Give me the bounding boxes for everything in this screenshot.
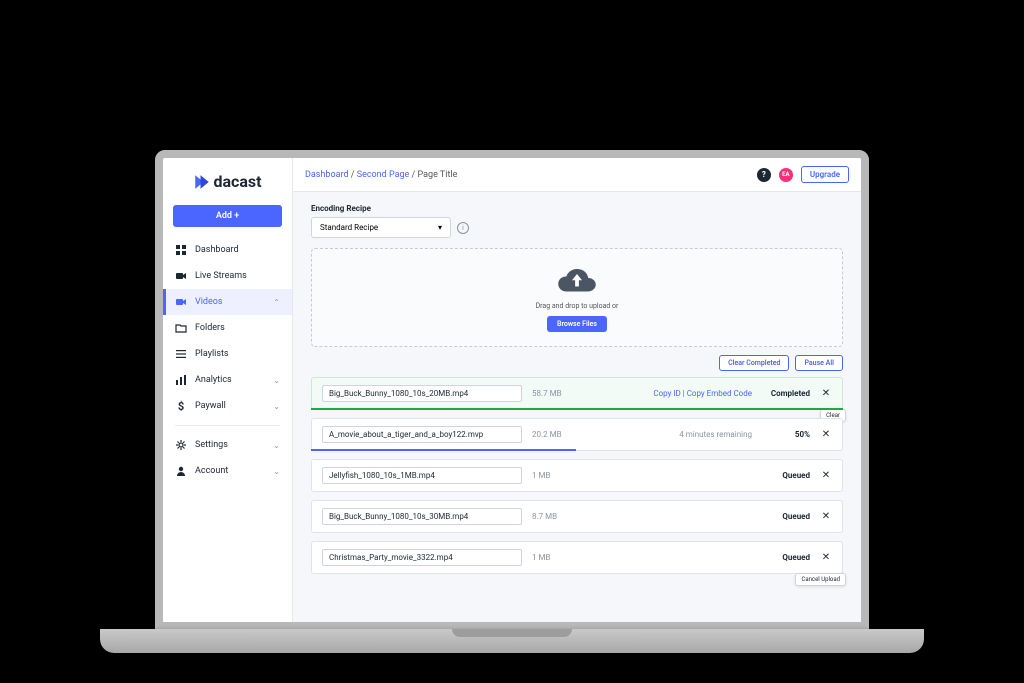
cancel-upload-button[interactable]: ✕ — [820, 511, 832, 522]
avatar[interactable]: EA — [779, 168, 793, 182]
breadcrumb-separator: / — [349, 170, 357, 180]
file-name-input[interactable]: Christmas_Party_movie_3322.mp4 — [322, 549, 522, 566]
file-size: 1 MB — [532, 471, 582, 480]
sidebar: dacast Add + Dashboard Live Streams Videos… — [163, 158, 293, 622]
breadcrumb-item: Page Title — [418, 170, 458, 180]
encoding-row: Standard Recipe ▾ i — [311, 217, 843, 238]
person-icon — [175, 465, 187, 477]
sidebar-item-label: Account — [195, 466, 265, 476]
sidebar-item-playlists[interactable]: Playlists — [163, 341, 292, 367]
content: Encoding Recipe Standard Recipe ▾ i Drag… — [293, 192, 861, 622]
chevron-down-icon: ⌄ — [273, 376, 280, 385]
sidebar-item-label: Analytics — [195, 375, 265, 385]
nav-divider — [175, 425, 280, 426]
sidebar-item-dashboard[interactable]: Dashboard — [163, 237, 292, 263]
breadcrumb-separator: / — [409, 170, 417, 180]
file-name-input[interactable]: A_movie_about_a_tiger_and_a_boy122.mvp — [322, 426, 522, 443]
tooltip: Cancel Upload — [795, 573, 846, 586]
sidebar-item-label: Dashboard — [195, 245, 280, 255]
bars-icon — [175, 374, 187, 386]
sidebar-item-analytics[interactable]: Analytics ⌄ — [163, 367, 292, 393]
dashboard-icon — [175, 244, 187, 256]
upload-row: Jellyfish_1080_10s_1MB.mp4 1 MB Queued ✕ — [311, 459, 843, 492]
file-size: 8.7 MB — [532, 512, 582, 521]
laptop-base — [100, 629, 924, 653]
upload-row: Big_Buck_Bunny_1080_10s_30MB.mp4 8.7 MB Qu… — [311, 500, 843, 533]
main: Dashboard / Second Page / Page Title ? E… — [293, 158, 861, 622]
clear-completed-button[interactable]: Clear Completed — [719, 355, 789, 371]
breadcrumb-item[interactable]: Dashboard — [305, 170, 349, 180]
upload-row: Big_Buck_Bunny_1080_10s_20MB.mp4 58.7 MB C… — [311, 377, 843, 410]
browse-files-button[interactable]: Browse Files — [547, 316, 607, 332]
camera-icon — [175, 296, 187, 308]
upload-actions: Clear Completed Pause All — [311, 355, 843, 371]
file-name-input[interactable]: Big_Buck_Bunny_1080_10s_30MB.mp4 — [322, 508, 522, 525]
breadcrumb: Dashboard / Second Page / Page Title — [305, 170, 749, 180]
upgrade-button[interactable]: Upgrade — [801, 166, 849, 183]
logo-icon — [193, 173, 211, 191]
file-size: 58.7 MB — [532, 389, 582, 398]
cloud-upload-icon — [557, 265, 597, 293]
sidebar-item-label: Videos — [195, 297, 265, 307]
chevron-down-icon: ⌄ — [273, 467, 280, 476]
list-icon — [175, 348, 187, 360]
pause-all-button[interactable]: Pause All — [795, 355, 843, 371]
upload-links[interactable]: Copy ID | Copy Embed Code — [592, 389, 752, 398]
upload-list: Big_Buck_Bunny_1080_10s_20MB.mp4 58.7 MB C… — [311, 377, 843, 574]
help-icon[interactable]: ? — [757, 168, 771, 182]
info-icon[interactable]: i — [457, 222, 469, 234]
sidebar-item-settings[interactable]: Settings ⌄ — [163, 432, 292, 458]
upload-row: A_movie_about_a_tiger_and_a_boy122.mvp 20… — [311, 418, 843, 451]
cancel-upload-button[interactable]: ✕ — [820, 552, 832, 563]
file-size: 1 MB — [532, 553, 582, 562]
upload-meta: 4 minutes remaining — [592, 430, 752, 439]
svg-text:$: $ — [178, 400, 184, 412]
gear-icon — [175, 439, 187, 451]
sidebar-item-live-streams[interactable]: Live Streams — [163, 263, 292, 289]
chevron-down-icon: ⌄ — [273, 402, 280, 411]
upload-dropzone[interactable]: Drag and drop to upload or Browse Files — [311, 248, 843, 347]
app-root: dacast Add + Dashboard Live Streams Videos… — [163, 158, 861, 622]
upload-status: Queued — [762, 553, 810, 562]
sidebar-item-label: Live Streams — [195, 271, 280, 281]
sidebar-item-label: Folders — [195, 323, 280, 333]
breadcrumb-item[interactable]: Second Page — [357, 170, 410, 180]
sidebar-item-paywall[interactable]: $ Paywall ⌄ — [163, 393, 292, 419]
file-size: 20.2 MB — [532, 430, 582, 439]
upload-status: Queued — [762, 471, 810, 480]
upload-status: Queued — [762, 512, 810, 521]
brand-name: dacast — [213, 172, 261, 191]
dollar-icon: $ — [175, 400, 187, 412]
dropzone-text: Drag and drop to upload or — [312, 302, 842, 310]
upload-status: Completed — [762, 389, 810, 398]
sidebar-item-label: Playlists — [195, 349, 280, 359]
encoding-selected: Standard Recipe — [320, 223, 378, 232]
sidebar-item-folders[interactable]: Folders — [163, 315, 292, 341]
sidebar-item-account[interactable]: Account ⌄ — [163, 458, 292, 484]
sidebar-item-label: Paywall — [195, 401, 265, 411]
chevron-down-icon: ▾ — [438, 223, 442, 232]
chevron-up-icon: ⌃ — [273, 298, 280, 307]
cancel-upload-button[interactable]: ✕ — [820, 388, 832, 399]
camera-icon — [175, 270, 187, 282]
laptop-screen: dacast Add + Dashboard Live Streams Videos… — [155, 150, 869, 630]
add-button[interactable]: Add + — [173, 205, 282, 227]
cancel-upload-button[interactable]: ✕ — [820, 470, 832, 481]
chevron-down-icon: ⌄ — [273, 441, 280, 450]
brand-logo: dacast — [163, 166, 292, 205]
sidebar-item-videos[interactable]: Videos ⌃ — [163, 289, 292, 315]
encoding-select[interactable]: Standard Recipe ▾ — [311, 217, 451, 238]
file-name-input[interactable]: Big_Buck_Bunny_1080_10s_20MB.mp4 — [322, 385, 522, 402]
sidebar-item-label: Settings — [195, 440, 265, 450]
file-name-input[interactable]: Jellyfish_1080_10s_1MB.mp4 — [322, 467, 522, 484]
folder-icon — [175, 322, 187, 334]
upload-row: Christmas_Party_movie_3322.mp4 1 MB Queued… — [311, 541, 843, 574]
encoding-label: Encoding Recipe — [311, 204, 843, 213]
cancel-upload-button[interactable]: ✕ — [820, 429, 832, 440]
upload-status: 50% — [762, 430, 810, 439]
topbar: Dashboard / Second Page / Page Title ? E… — [293, 158, 861, 192]
